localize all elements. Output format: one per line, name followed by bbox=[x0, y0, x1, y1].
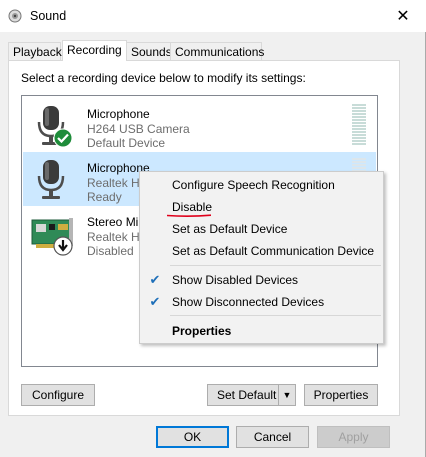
sound-dialog: Sound ✕ Playback Recording Sounds Commun… bbox=[0, 0, 426, 457]
menu-item-show-disabled-devices[interactable]: ✔ Show Disabled Devices bbox=[140, 269, 383, 291]
device-description: Realtek H bbox=[87, 176, 140, 190]
device-name: Microphone bbox=[87, 107, 150, 121]
level-meter bbox=[352, 104, 366, 146]
tab-sounds[interactable]: Sounds bbox=[126, 42, 174, 60]
tab-playback[interactable]: Playback bbox=[8, 42, 62, 60]
instruction-text: Select a recording device below to modif… bbox=[21, 71, 306, 85]
device-description: Realtek H bbox=[87, 230, 140, 244]
menu-item-label: Disable bbox=[172, 200, 213, 214]
set-default-dropdown-button[interactable]: ▼ bbox=[278, 385, 295, 405]
menu-item-set-default-device[interactable]: Set as Default Device bbox=[140, 218, 383, 240]
device-properties-button[interactable]: Properties bbox=[304, 384, 378, 406]
close-button[interactable]: ✕ bbox=[380, 0, 426, 32]
menu-item-label: Set as Default Device bbox=[172, 222, 288, 236]
ok-button[interactable]: OK bbox=[156, 426, 229, 448]
menu-item-label: Properties bbox=[172, 324, 232, 338]
checkmark-icon: ✔ bbox=[149, 272, 161, 287]
context-menu: Configure Speech Recognition Disable Set… bbox=[139, 171, 384, 344]
window-title: Sound bbox=[30, 9, 67, 23]
menu-item-show-disconnected-devices[interactable]: ✔ Show Disconnected Devices bbox=[140, 291, 383, 313]
check-badge-icon bbox=[53, 128, 73, 148]
checkmark-icon: ✔ bbox=[149, 294, 161, 309]
device-name: Stereo Mi bbox=[87, 215, 139, 229]
red-underline-annotation bbox=[167, 214, 211, 217]
tab-recording[interactable]: Recording bbox=[62, 40, 127, 61]
menu-item-configure-speech-recognition[interactable]: Configure Speech Recognition bbox=[140, 174, 383, 196]
tab-communications[interactable]: Communications bbox=[170, 42, 264, 60]
device-item[interactable]: Microphone H264 USB Camera Default Devic… bbox=[23, 98, 376, 152]
menu-separator bbox=[170, 265, 381, 266]
speaker-icon bbox=[8, 9, 22, 23]
set-default-label: Set Default bbox=[217, 388, 277, 402]
close-icon: ✕ bbox=[396, 8, 410, 25]
menu-item-set-default-communication-device[interactable]: Set as Default Communication Device bbox=[140, 240, 383, 262]
cancel-button[interactable]: Cancel bbox=[236, 426, 309, 448]
menu-item-properties[interactable]: Properties bbox=[140, 320, 383, 342]
menu-item-label: Show Disconnected Devices bbox=[172, 295, 325, 309]
menu-item-label: Set as Default Communication Device bbox=[172, 244, 375, 258]
device-status: Default Device bbox=[87, 136, 166, 150]
device-description: H264 USB Camera bbox=[87, 122, 190, 136]
device-status: Ready bbox=[87, 190, 122, 204]
menu-item-label: Show Disabled Devices bbox=[172, 273, 299, 287]
microphone-icon bbox=[37, 160, 65, 199]
device-status: Disabled bbox=[87, 244, 134, 258]
configure-button[interactable]: Configure bbox=[21, 384, 95, 406]
menu-separator bbox=[170, 315, 381, 316]
apply-button[interactable]: Apply bbox=[317, 426, 390, 448]
disabled-arrow-icon bbox=[53, 236, 73, 256]
set-default-button[interactable]: Set Default ▼ bbox=[207, 384, 296, 406]
title-bar: Sound ✕ bbox=[0, 0, 426, 32]
triangle-down-icon: ▼ bbox=[282, 390, 292, 400]
menu-item-label: Configure Speech Recognition bbox=[172, 178, 335, 192]
